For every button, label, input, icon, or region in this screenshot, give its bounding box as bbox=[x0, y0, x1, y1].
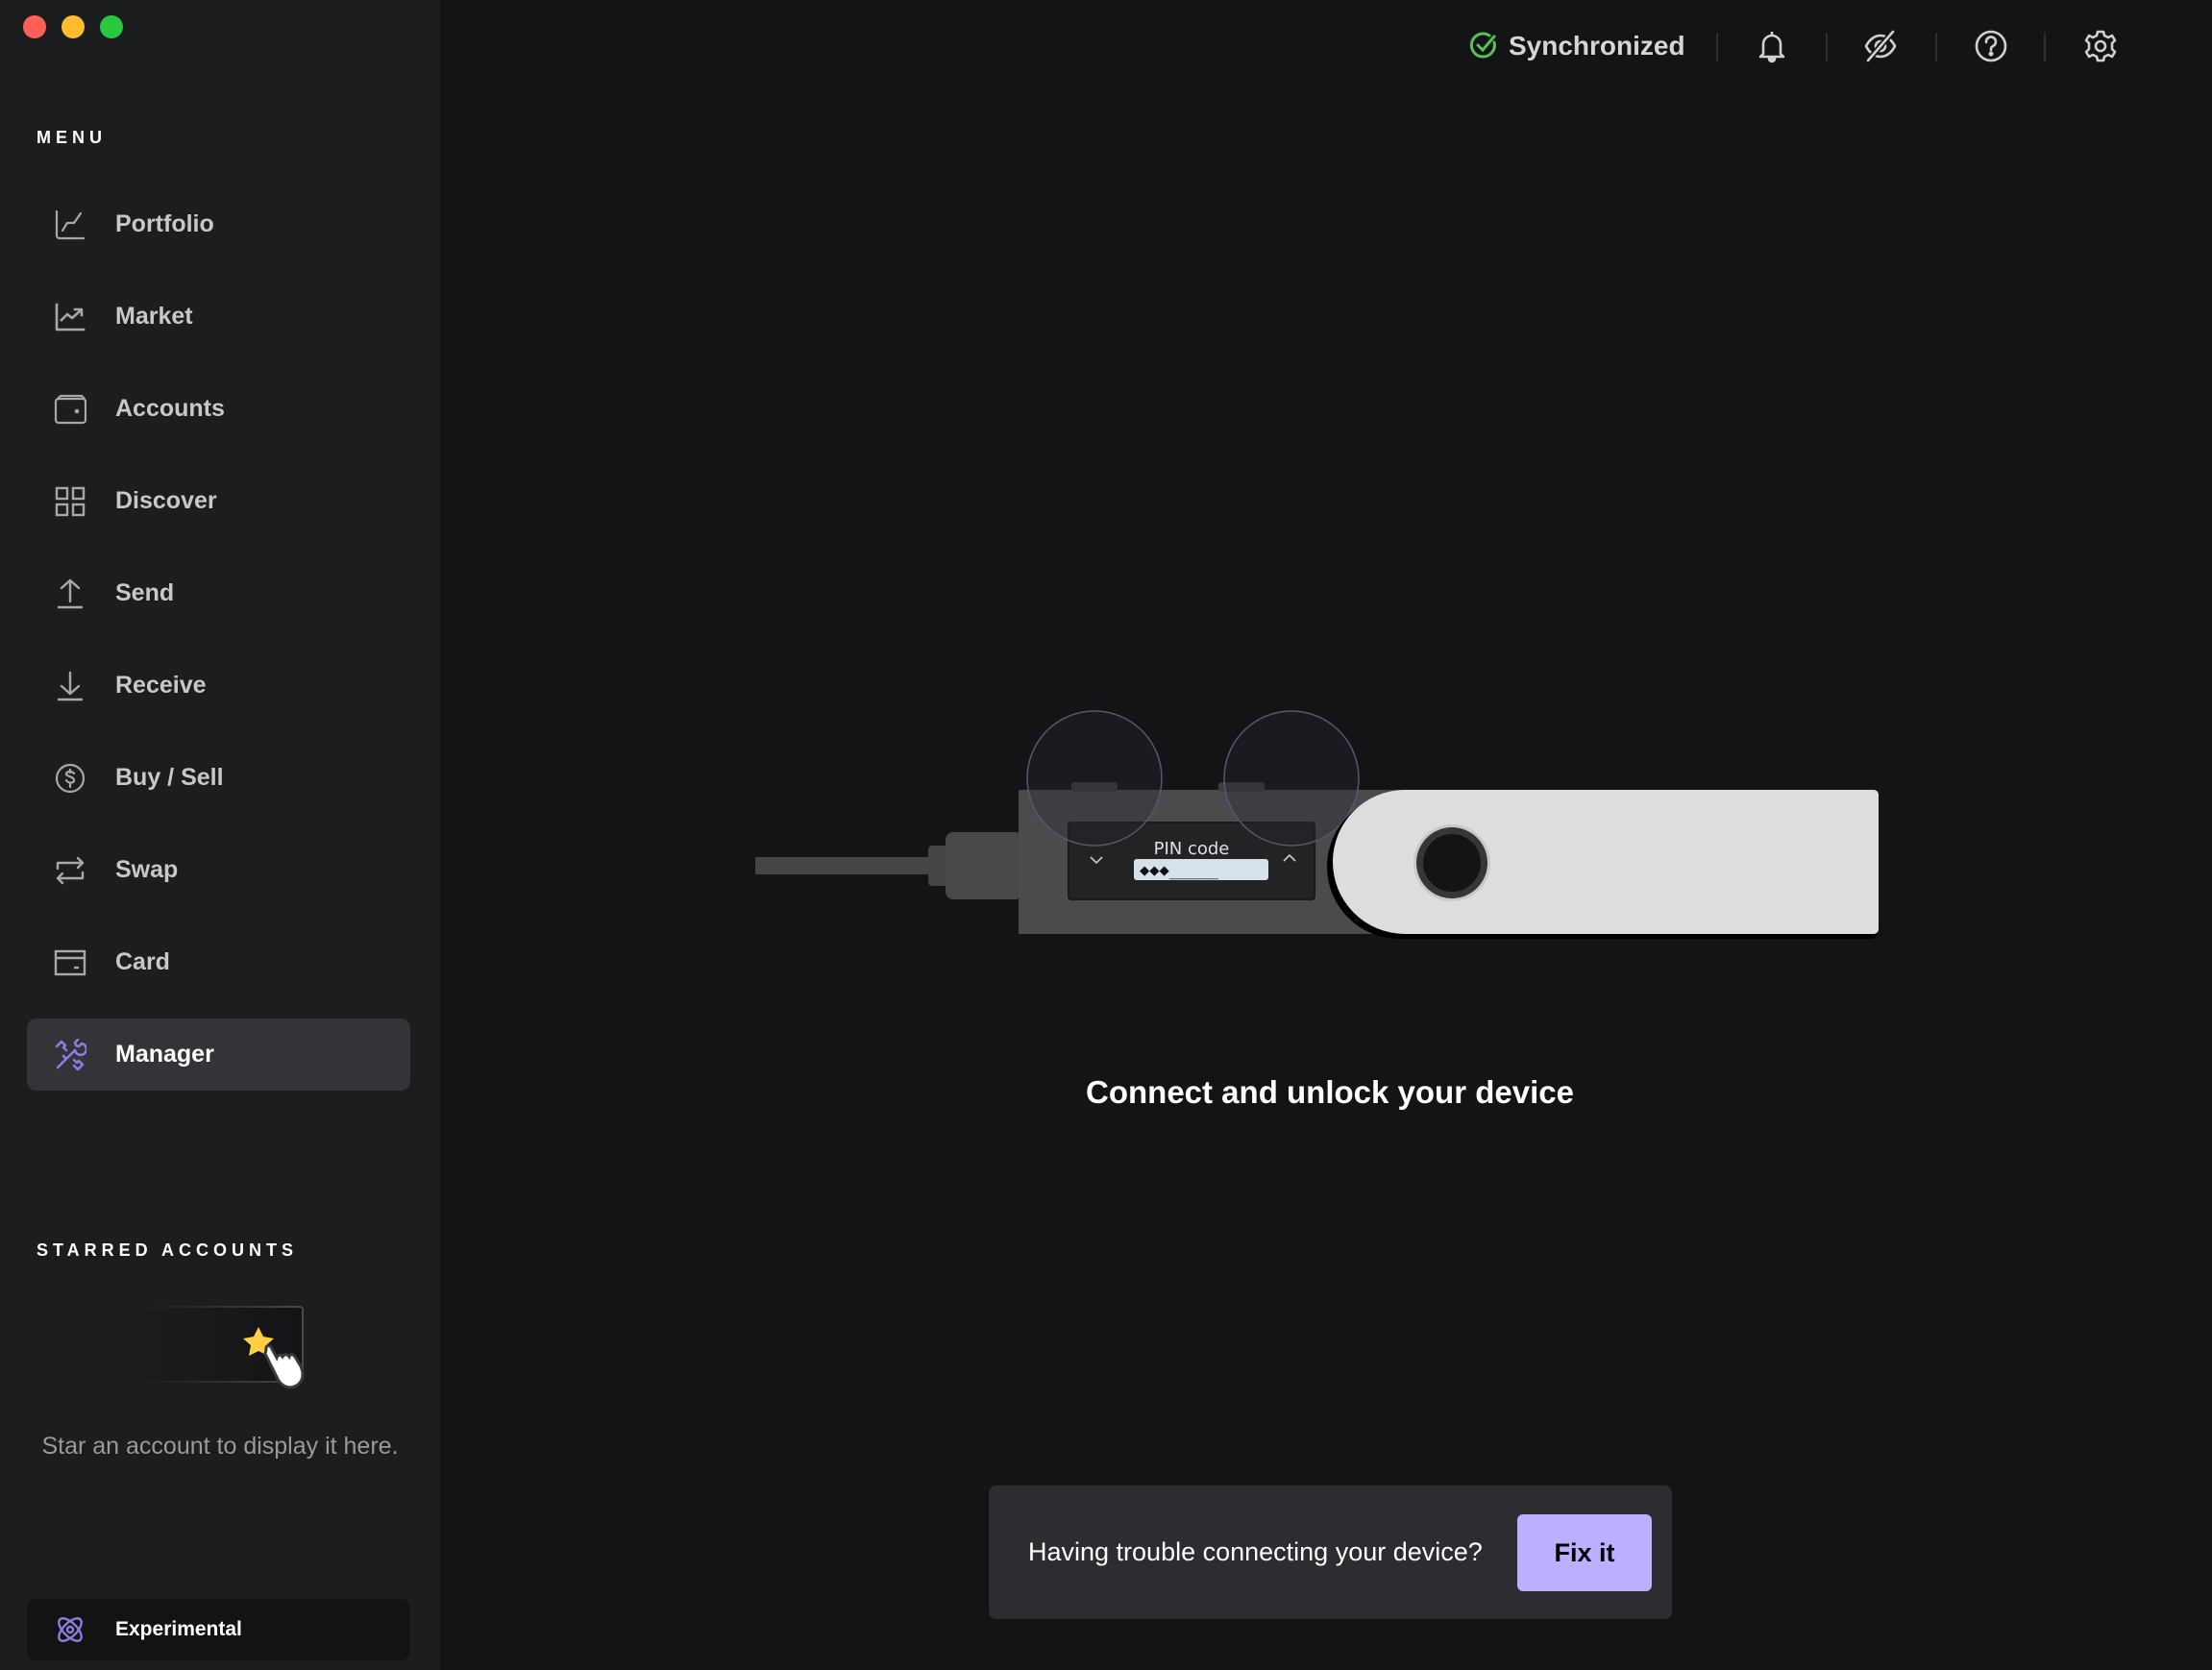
press-hint-left bbox=[1026, 710, 1163, 847]
window-minimize-button[interactable] bbox=[61, 15, 85, 38]
sidebar-item-portfolio[interactable]: Portfolio bbox=[27, 188, 410, 260]
toggle-balance-visibility-button[interactable] bbox=[1863, 29, 1898, 63]
window-close-button[interactable] bbox=[23, 15, 46, 38]
window-maximize-button[interactable] bbox=[100, 15, 123, 38]
starred-accounts-heading: STARRED ACCOUNTS bbox=[37, 1240, 298, 1260]
header-divider bbox=[1935, 33, 1937, 61]
settings-button[interactable] bbox=[2083, 29, 2118, 63]
sidebar-item-send[interactable]: Send bbox=[27, 557, 410, 629]
fix-it-button[interactable]: Fix it bbox=[1517, 1514, 1652, 1591]
experimental-label: Experimental bbox=[115, 1618, 242, 1640]
upload-arrow-icon bbox=[54, 577, 86, 610]
settings-icon bbox=[2084, 30, 2117, 62]
device-pin-display: ◆◆◆_____ bbox=[1140, 861, 1219, 880]
check-circle-icon bbox=[1468, 31, 1499, 61]
sidebar-item-discover[interactable]: Discover bbox=[27, 465, 410, 537]
starred-empty-text: Star an account to display it here. bbox=[41, 1433, 399, 1460]
experimental-button[interactable]: Experimental bbox=[27, 1599, 410, 1660]
sidebar-item-label: Buy / Sell bbox=[115, 764, 224, 791]
swivel-hole bbox=[1423, 834, 1481, 892]
tools-icon bbox=[54, 1038, 86, 1071]
swap-arrows-icon bbox=[54, 854, 86, 887]
sidebar-item-label: Manager bbox=[115, 1041, 214, 1068]
help-icon bbox=[1975, 30, 2007, 62]
troubleshoot-banner: Having trouble connecting your device? F… bbox=[989, 1486, 1672, 1619]
sidebar-item-card[interactable]: Card bbox=[27, 926, 410, 998]
star-account-illustration bbox=[131, 1306, 305, 1389]
help-button[interactable] bbox=[1974, 29, 2008, 63]
sidebar-item-label: Portfolio bbox=[115, 210, 214, 237]
sidebar-item-manager[interactable]: Manager bbox=[27, 1019, 410, 1091]
dollar-circle-icon bbox=[54, 762, 86, 795]
sidebar-item-swap[interactable]: Swap bbox=[27, 834, 410, 906]
chart-line-icon bbox=[54, 209, 86, 241]
device-screen-title: PIN code bbox=[1154, 839, 1230, 859]
sync-status[interactable]: Synchronized bbox=[1468, 27, 1685, 65]
usb-connector bbox=[946, 832, 1022, 899]
ledger-device-illustration: PIN code ◆◆◆_____ bbox=[755, 710, 1879, 939]
sidebar-item-label: Market bbox=[115, 303, 193, 330]
eye-off-icon bbox=[1864, 29, 1897, 63]
card-icon bbox=[54, 946, 86, 979]
sidebar-item-receive[interactable]: Receive bbox=[27, 650, 410, 722]
header-divider bbox=[2044, 33, 2046, 61]
sidebar-item-buy-sell[interactable]: Buy / Sell bbox=[27, 742, 410, 814]
usb-cable bbox=[755, 857, 938, 874]
trending-chart-icon bbox=[54, 301, 86, 333]
header-divider bbox=[1716, 33, 1718, 61]
wallet-icon bbox=[54, 393, 86, 426]
sidebar-item-label: Card bbox=[115, 948, 170, 975]
sidebar-item-label: Swap bbox=[115, 856, 179, 883]
sidebar-item-label: Accounts bbox=[115, 395, 225, 422]
sidebar-item-accounts[interactable]: Accounts bbox=[27, 373, 410, 445]
atom-icon bbox=[54, 1613, 86, 1646]
bell-icon bbox=[1758, 32, 1785, 63]
troubleshoot-text: Having trouble connecting your device? bbox=[1028, 1537, 1483, 1566]
grid-icon bbox=[54, 485, 86, 518]
notifications-button[interactable] bbox=[1755, 29, 1789, 63]
sidebar: MENU Portfolio Market Accounts Discover … bbox=[0, 0, 440, 1670]
sidebar-item-label: Send bbox=[115, 579, 175, 606]
menu-heading: MENU bbox=[37, 128, 107, 147]
press-hint-right bbox=[1223, 710, 1360, 847]
sidebar-item-label: Discover bbox=[115, 487, 217, 514]
header-divider bbox=[1826, 33, 1828, 61]
sidebar-item-label: Receive bbox=[115, 672, 207, 699]
sidebar-item-market[interactable]: Market bbox=[27, 281, 410, 353]
connect-prompt: Connect and unlock your device bbox=[1086, 1074, 1574, 1110]
download-arrow-icon bbox=[54, 670, 86, 702]
sync-status-label: Synchronized bbox=[1509, 31, 1685, 61]
